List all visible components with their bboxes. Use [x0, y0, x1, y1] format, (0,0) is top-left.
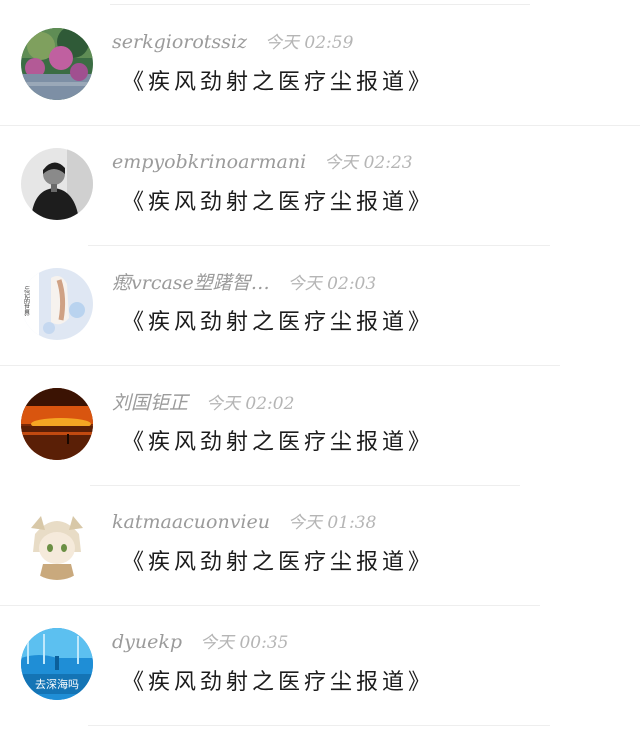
ocean-avatar[interactable]: 去深海吗 — [21, 628, 93, 700]
anime-avatar-icon — [21, 508, 93, 580]
nature-avatar-icon — [21, 28, 93, 100]
ocean-avatar-icon: 去深海吗 — [21, 628, 93, 700]
comment-text: 《疾风劲射之医疗尘报道》 — [122, 550, 435, 575]
person-avatar[interactable] — [21, 148, 93, 220]
anime-avatar[interactable] — [21, 508, 93, 580]
illustration-avatar-icon: 忘记的世界 — [21, 268, 93, 340]
comment-text: 《疾风劲射之医疗尘报道》 — [122, 430, 435, 455]
comment-meta: dyuekp 今天 00:35 — [112, 628, 288, 660]
timestamp: 今天 00:35 — [200, 633, 289, 653]
timestamp: 今天 02:03 — [287, 274, 377, 294]
comment-text: 《疾风劲射之医疗尘报道》 — [122, 190, 435, 215]
avatar-caption: 忘记的世界 — [23, 285, 30, 317]
comment-meta: empyobkrinoarmani 今天 02:23 — [112, 148, 413, 180]
username[interactable]: serkgiorotssiz — [112, 31, 247, 53]
comment-row[interactable]: serkgiorotssiz 今天 02:59 《疾风劲射之医疗尘报道》 — [0, 0, 640, 126]
timestamp: 今天 01:38 — [288, 513, 377, 533]
username[interactable]: dyuekp — [112, 631, 182, 653]
username[interactable]: 刘国钜正 — [112, 392, 188, 414]
comment-row[interactable]: 忘记的世界 瘛vrcase塑躇智… 今天 02:03 《疾风劲射之医疗尘报道》 — [0, 240, 640, 366]
timestamp: 今天 02:59 — [265, 33, 354, 53]
username[interactable]: empyobkrinoarmani — [112, 151, 306, 173]
username[interactable]: 瘛vrcase塑躇智… — [112, 272, 270, 294]
comment-meta: katmaacuonvieu 今天 01:38 — [112, 508, 376, 540]
comment-row[interactable]: empyobkrinoarmani 今天 02:23 《疾风劲射之医疗尘报道》 — [0, 120, 640, 246]
nature-avatar[interactable] — [21, 28, 93, 100]
timestamp: 今天 02:23 — [324, 153, 413, 173]
sunset-avatar-icon — [21, 388, 93, 460]
username[interactable]: katmaacuonvieu — [112, 511, 270, 533]
comment-text: 《疾风劲射之医疗尘报道》 — [122, 670, 435, 695]
comment-text: 《疾风劲射之医疗尘报道》 — [122, 310, 435, 335]
comment-meta: 刘国钜正 今天 02:02 — [112, 388, 294, 420]
comment-meta: serkgiorotssiz 今天 02:59 — [112, 28, 353, 60]
timestamp: 今天 02:02 — [206, 394, 295, 414]
comment-meta: 瘛vrcase塑躇智… 今天 02:03 — [112, 268, 376, 300]
person-avatar-icon — [21, 148, 93, 220]
illustration-avatar[interactable]: 忘记的世界 — [21, 268, 93, 340]
avatar-caption: 去深海吗 — [35, 677, 79, 691]
row-divider — [88, 725, 550, 726]
comment-row[interactable]: katmaacuonvieu 今天 01:38 《疾风劲射之医疗尘报道》 — [0, 480, 640, 606]
comment-row[interactable]: 去深海吗 dyuekp 今天 00:35 《疾风劲射之医疗尘报道》 — [0, 600, 640, 726]
comment-text: 《疾风劲射之医疗尘报道》 — [122, 70, 435, 95]
sunset-avatar[interactable] — [21, 388, 93, 460]
comment-row[interactable]: 刘国钜正 今天 02:02 《疾风劲射之医疗尘报道》 — [0, 360, 640, 486]
